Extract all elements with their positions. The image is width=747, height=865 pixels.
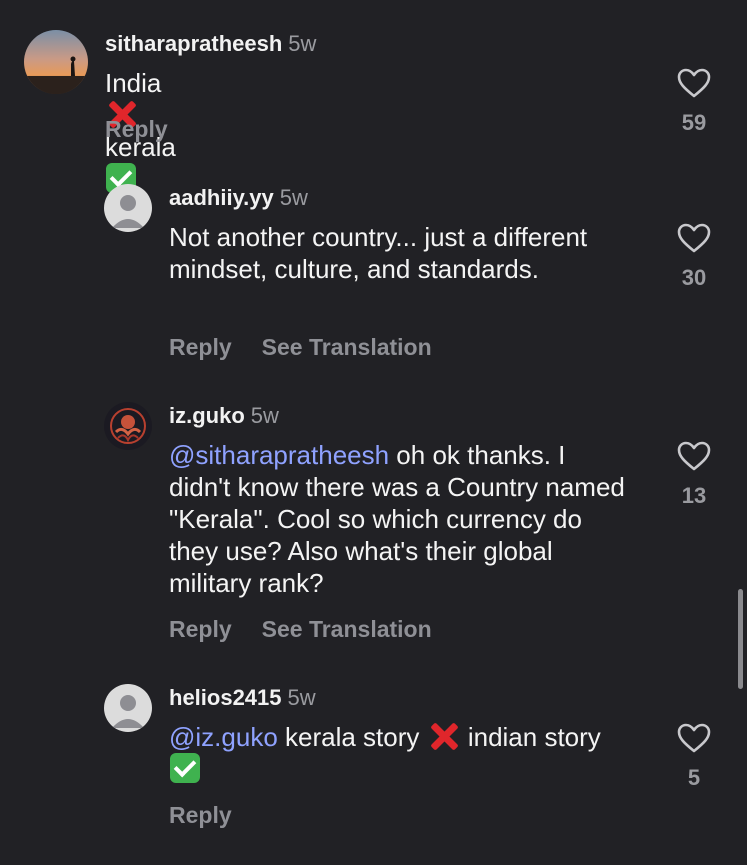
like-count: 5 (687, 765, 701, 790)
avatar[interactable] (104, 184, 152, 232)
mention-link[interactable]: @iz.guko (169, 722, 278, 752)
username[interactable]: helios2415 (169, 685, 282, 710)
see-translation-button[interactable]: See Translation (262, 334, 432, 360)
mention-link[interactable]: @sitharapratheesh (169, 440, 389, 470)
timestamp: 5w (288, 31, 317, 56)
like-count: 59 (681, 110, 707, 135)
username[interactable]: sitharapratheesh (105, 31, 282, 56)
avatar[interactable] (24, 30, 88, 94)
username[interactable]: aadhiiy.yy (169, 185, 274, 210)
check-mark-emoji (170, 753, 200, 783)
heart-outline-icon[interactable] (674, 68, 714, 98)
comment-text: @sitharapratheesh oh ok thanks. I didn't… (169, 440, 625, 598)
like-count: 30 (681, 265, 707, 290)
heart-outline-icon[interactable] (674, 223, 714, 253)
timestamp: 5w (287, 685, 316, 710)
see-translation-button[interactable]: See Translation (262, 616, 432, 642)
avatar[interactable] (104, 402, 152, 450)
octopus-avatar-image (104, 402, 152, 450)
sunset-avatar-image (24, 30, 88, 94)
reply-button[interactable]: Reply (105, 116, 168, 142)
username[interactable]: iz.guko (169, 403, 245, 428)
timestamp: 5w (250, 403, 279, 428)
scrollbar[interactable] (738, 589, 743, 689)
comment-text: @iz.guko kerala story indian story (169, 721, 609, 785)
heart-outline-icon[interactable] (674, 441, 714, 471)
avatar[interactable] (104, 684, 152, 732)
heart-outline-icon[interactable] (674, 723, 714, 753)
comment-text: Not another country... just a different … (169, 222, 588, 284)
like-count: 13 (681, 483, 707, 508)
default-avatar-icon (104, 184, 152, 232)
reply-button[interactable]: Reply (169, 334, 232, 360)
timestamp: 5w (279, 185, 308, 210)
reply-button[interactable]: Reply (169, 616, 232, 642)
cross-mark-emoji (429, 721, 459, 751)
reply-button[interactable]: Reply (169, 802, 232, 828)
default-avatar-icon (104, 684, 152, 732)
